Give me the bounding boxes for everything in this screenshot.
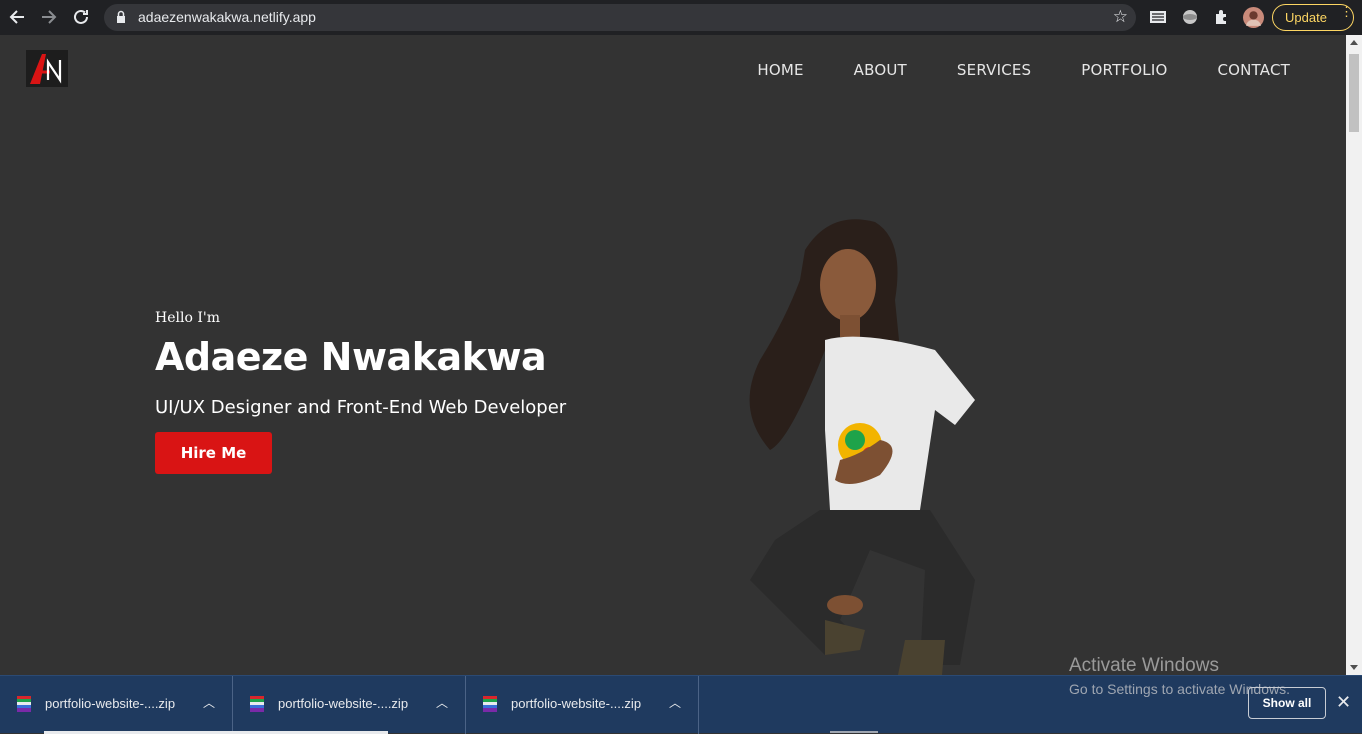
zip-file-icon (250, 696, 264, 712)
download-item[interactable]: portfolio-website-....zip ︿ (0, 676, 233, 734)
chevron-up-icon[interactable]: ︿ (436, 694, 448, 711)
download-filename: portfolio-website-....zip (278, 696, 409, 711)
chevron-up-icon[interactable]: ︿ (203, 694, 215, 711)
zip-file-icon (17, 696, 31, 712)
scroll-up-arrow-icon[interactable] (1350, 40, 1358, 45)
scrollbar-thumb[interactable] (1349, 54, 1359, 132)
hero-greeting: Hello I'm (155, 310, 220, 326)
page-scrollbar[interactable] (1346, 35, 1362, 675)
hire-me-button[interactable]: Hire Me (155, 432, 272, 474)
download-filename: portfolio-website-....zip (511, 696, 642, 711)
show-all-button[interactable]: Show all (1248, 687, 1326, 719)
hero-role: UI/UX Designer and Front-End Web Develop… (155, 397, 567, 418)
portrait-photo (749, 219, 975, 675)
nav-services[interactable]: SERVICES (957, 61, 1031, 79)
back-arrow-icon[interactable] (6, 6, 28, 28)
forward-arrow-icon[interactable] (38, 6, 60, 28)
activate-windows-title: Activate Windows (1069, 655, 1219, 675)
chevron-up-icon[interactable]: ︿ (669, 694, 681, 711)
nav-about[interactable]: ABOUT (854, 61, 907, 79)
extension-reading-icon[interactable] (1148, 7, 1168, 27)
bookmark-star-icon[interactable]: ☆ (1113, 7, 1128, 27)
profile-avatar[interactable] (1243, 7, 1264, 28)
close-icon[interactable]: ✕ (1336, 692, 1351, 713)
update-button[interactable]: Update ⋮ (1272, 4, 1354, 31)
browser-toolbar: adaezenwakakwa.netlify.app ☆ Update ⋮ (0, 0, 1362, 35)
nav-home[interactable]: HOME (757, 61, 803, 79)
site-logo[interactable] (26, 50, 68, 87)
reload-icon[interactable] (70, 6, 92, 28)
hero-name: Adaeze Nwakakwa (155, 335, 547, 379)
main-nav: HOME ABOUT SERVICES PORTFOLIO CONTACT (757, 61, 1290, 79)
portfolio-page: HOME ABOUT SERVICES PORTFOLIO CONTACT He… (0, 35, 1346, 675)
more-menu-icon: ⋮ (1340, 4, 1353, 19)
update-label: Update (1285, 10, 1327, 25)
nav-portfolio[interactable]: PORTFOLIO (1081, 61, 1167, 79)
extensions-puzzle-icon[interactable] (1212, 7, 1232, 27)
download-item[interactable]: portfolio-website-....zip ︿ (466, 676, 699, 734)
extension-globe-icon[interactable] (1180, 7, 1200, 27)
scroll-down-arrow-icon[interactable] (1350, 665, 1358, 670)
url-text: adaezenwakakwa.netlify.app (138, 9, 316, 25)
lock-icon (117, 10, 125, 23)
download-item[interactable]: portfolio-website-....zip ︿ (233, 676, 466, 734)
address-bar[interactable]: adaezenwakakwa.netlify.app ☆ (104, 4, 1136, 31)
zip-file-icon (483, 696, 497, 712)
downloads-shelf: portfolio-website-....zip ︿ portfolio-we… (0, 675, 1362, 734)
nav-contact[interactable]: CONTACT (1217, 61, 1290, 79)
download-filename: portfolio-website-....zip (45, 696, 176, 711)
